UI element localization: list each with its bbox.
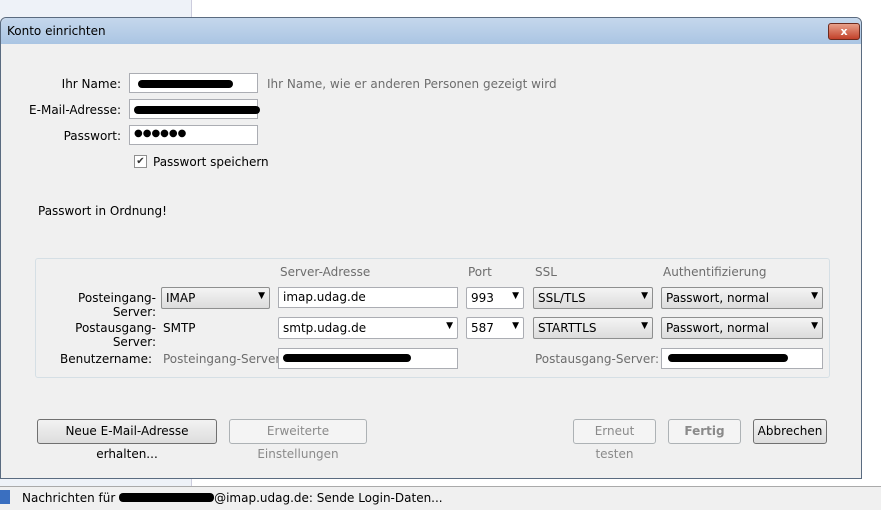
outgoing-address-value: smtp.udag.de <box>283 321 367 335</box>
account-setup-dialog: Konto einrichten x Ihr Name: Ihr Name, w… <box>0 17 862 479</box>
chevron-down-icon: ▼ <box>811 291 818 301</box>
chevron-down-icon: ▼ <box>512 321 519 331</box>
name-hint: Ihr Name, wie er anderen Personen gezeig… <box>267 77 557 91</box>
status-prefix: Nachrichten für <box>22 491 120 505</box>
incoming-ssl-value: SSL/TLS <box>538 291 586 305</box>
outgoing-username-input[interactable] <box>661 348 823 369</box>
chevron-down-icon: ▼ <box>446 321 453 331</box>
close-button[interactable]: x <box>828 23 860 40</box>
chevron-down-icon: ▼ <box>641 321 648 331</box>
incoming-port-select[interactable]: 993 ▼ <box>466 287 524 309</box>
username-incoming-label: Posteingang-Server: <box>163 352 285 366</box>
incoming-username-input[interactable] <box>278 348 458 369</box>
incoming-label: Posteingang-Server: <box>78 291 156 319</box>
chevron-down-icon: ▼ <box>258 291 265 301</box>
incoming-auth-value: Passwort, normal <box>666 291 770 305</box>
outgoing-label: Postausgang-Server: <box>75 321 156 349</box>
outgoing-type: SMTP <box>163 321 196 335</box>
save-password-checkbox[interactable]: ✔ <box>134 155 147 168</box>
status-bar: Nachrichten für @imap.udag.de: Sende Log… <box>0 486 881 510</box>
redacted <box>668 354 788 362</box>
incoming-address-input[interactable]: imap.udag.de <box>278 287 458 308</box>
incoming-auth-select[interactable]: Passwort, normal ▼ <box>661 287 823 309</box>
username-label: Benutzername: <box>59 352 152 366</box>
outgoing-address-select[interactable]: smtp.udag.de ▼ <box>278 317 458 339</box>
header-port: Port <box>468 265 492 279</box>
outgoing-ssl-select[interactable]: STARTTLS ▼ <box>533 317 653 339</box>
save-password-label: Passwort speichern <box>153 155 269 169</box>
outgoing-port-value: 587 <box>471 321 494 335</box>
password-status: Passwort in Ordnung! <box>38 204 167 218</box>
redacted <box>283 354 411 362</box>
incoming-port-value: 993 <box>471 291 494 305</box>
dialog-title: Konto einrichten <box>7 24 106 38</box>
email-label: E-Mail-Adresse: <box>29 103 121 117</box>
server-settings-group: Server-Adresse Port SSL Authentifizierun… <box>35 258 830 378</box>
redacted <box>119 493 215 502</box>
redacted <box>138 80 233 88</box>
chevron-down-icon: ▼ <box>512 291 519 301</box>
email-input[interactable] <box>129 99 260 119</box>
name-input[interactable] <box>129 73 258 93</box>
new-email-button[interactable]: Neue E-Mail-Adresse erhalten... <box>37 419 217 461</box>
chevron-down-icon: ▼ <box>811 321 818 331</box>
header-ssl: SSL <box>535 265 557 279</box>
connection-icon <box>0 490 10 504</box>
header-auth: Authentifizierung <box>663 265 767 279</box>
status-text: Nachrichten für @imap.udag.de: Sende Log… <box>22 491 443 505</box>
outgoing-auth-value: Passwort, normal <box>666 321 770 335</box>
chevron-down-icon: ▼ <box>641 291 648 301</box>
status-suffix: @imap.udag.de: Sende Login-Daten... <box>214 491 443 505</box>
outgoing-port-select[interactable]: 587 ▼ <box>466 317 524 339</box>
done-button[interactable]: Fertig <box>668 419 741 444</box>
password-label: Passwort: <box>63 129 121 143</box>
redacted <box>134 106 260 114</box>
header-server-address: Server-Adresse <box>280 265 371 279</box>
incoming-type-select[interactable]: IMAP ▼ <box>161 287 270 309</box>
incoming-ssl-select[interactable]: SSL/TLS ▼ <box>533 287 653 309</box>
incoming-type-value: IMAP <box>166 291 196 305</box>
advanced-settings-button[interactable]: Erweiterte Einstellungen <box>229 419 367 461</box>
outgoing-ssl-value: STARTTLS <box>538 321 597 335</box>
cancel-button[interactable]: Abbrechen <box>753 419 827 444</box>
name-label: Ihr Name: <box>61 77 121 91</box>
retest-button[interactable]: Erneut testen <box>573 419 656 461</box>
outgoing-auth-select[interactable]: Passwort, normal ▼ <box>661 317 823 339</box>
title-bar: Konto einrichten x <box>1 18 861 44</box>
password-input[interactable]: ●●●●●● <box>129 125 258 145</box>
username-outgoing-label: Postausgang-Server: <box>535 352 660 366</box>
